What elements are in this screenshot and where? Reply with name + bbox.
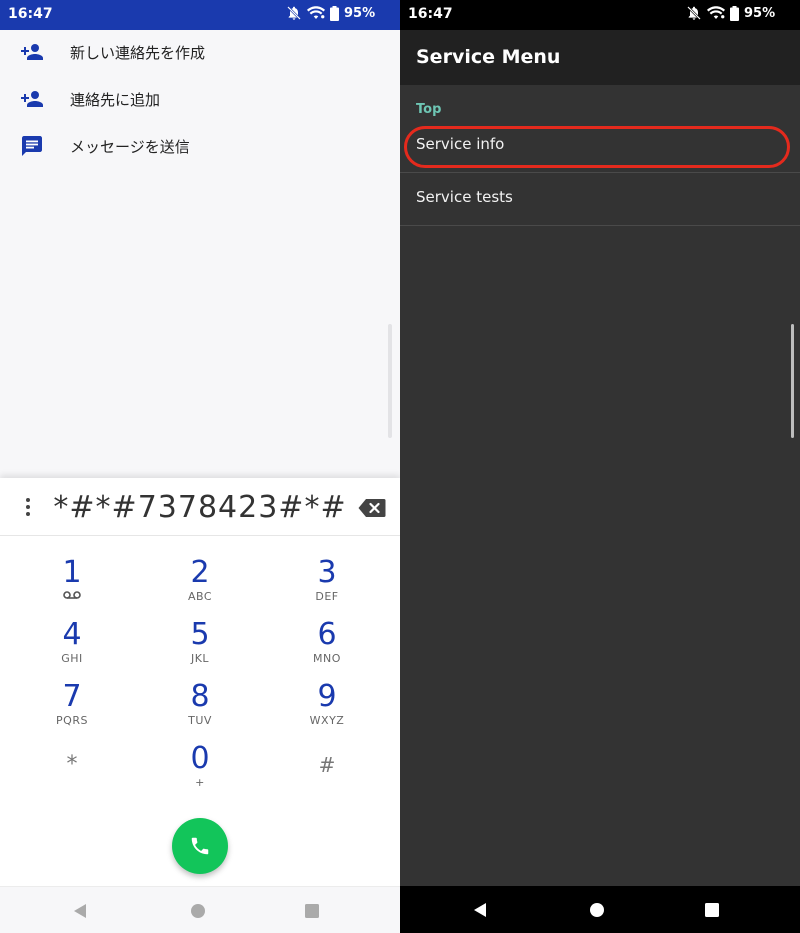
more-options-icon[interactable] [18, 496, 38, 518]
key-2[interactable]: 2 ABC [150, 556, 250, 616]
key-9[interactable]: 9 WXYZ [277, 680, 377, 740]
send-message-label: メッセージを送信 [70, 138, 190, 156]
status-bar: 16:47 95% [0, 0, 400, 30]
person-add-icon [21, 91, 43, 107]
key-8[interactable]: 8 TUV [150, 680, 250, 740]
home-icon[interactable] [190, 903, 206, 919]
key-3[interactable]: 3 DEF [277, 556, 377, 616]
key-digit: 6 [317, 617, 337, 652]
wifi-icon [707, 6, 725, 19]
send-message-item[interactable]: メッセージを送信 [0, 123, 400, 169]
app-bar: Service Menu [400, 30, 800, 85]
page-title: Service Menu [416, 46, 561, 68]
dialed-number-row: *#*#7378423#*# [0, 478, 400, 536]
section-header: Top [416, 102, 442, 117]
key-4[interactable]: 4 GHI [22, 618, 122, 678]
dialer-screen: 16:47 95% 新しい連絡先を作成 連絡先に追加 メッセージを送信 *#*#… [0, 0, 400, 933]
key-letters: + [195, 776, 205, 789]
key-letters: MNO [313, 652, 341, 665]
recents-icon[interactable] [304, 903, 320, 919]
scrollbar[interactable] [388, 324, 392, 438]
menu-item-service-tests[interactable]: Service tests [400, 172, 800, 226]
back-icon[interactable] [72, 903, 88, 919]
back-icon[interactable] [472, 902, 488, 918]
voicemail-icon [63, 591, 81, 599]
navigation-bar [0, 886, 400, 933]
key-letters: PQRS [56, 714, 88, 727]
add-to-contact-label: 連絡先に追加 [70, 91, 161, 109]
key-letters: GHI [61, 652, 83, 665]
divider [400, 225, 800, 226]
key-6[interactable]: 6 MNO [277, 618, 377, 678]
key-digit: 2 [190, 555, 210, 590]
key-7[interactable]: 7 PQRS [22, 680, 122, 740]
key-0[interactable]: 0 + [150, 742, 250, 802]
key-digit: 4 [62, 617, 82, 652]
bell-off-icon [287, 6, 301, 20]
key-letters: JKL [190, 652, 210, 665]
dialed-number[interactable]: *#*#7378423#*# [52, 490, 348, 525]
key-letters: TUV [188, 714, 212, 727]
menu-item-label: Service tests [416, 188, 513, 206]
add-to-contact-item[interactable]: 連絡先に追加 [0, 76, 400, 122]
highlight-annotation [404, 126, 790, 168]
call-button[interactable] [172, 818, 228, 874]
battery-icon [330, 5, 339, 21]
message-icon [22, 136, 42, 156]
bell-off-icon [687, 6, 701, 20]
scrollbar[interactable] [791, 324, 794, 438]
battery-icon [730, 5, 739, 21]
status-bar: 16:47 95% [400, 0, 800, 30]
recents-icon[interactable] [704, 902, 720, 918]
battery-level: 95% [344, 5, 376, 21]
key-digit: 5 [190, 617, 210, 652]
key-letters: ABC [187, 590, 213, 603]
create-contact-label: 新しい連絡先を作成 [70, 44, 206, 62]
key-letters: WXYZ [309, 714, 345, 727]
key-star[interactable]: * [22, 742, 122, 802]
battery-level: 95% [744, 5, 776, 21]
key-5[interactable]: 5 JKL [150, 618, 250, 678]
key-digit: 3 [317, 555, 337, 590]
backspace-icon[interactable] [358, 498, 386, 518]
key-digit: 8 [190, 679, 210, 714]
status-time: 16:47 [408, 6, 453, 22]
key-symbol: * [66, 752, 78, 777]
wifi-icon [307, 6, 325, 19]
key-hash[interactable]: # [277, 742, 377, 802]
person-add-icon [21, 44, 43, 60]
key-letters: DEF [315, 590, 339, 603]
key-digit: 9 [317, 679, 337, 714]
phone-icon [191, 837, 209, 855]
key-digit: 0 [190, 741, 210, 776]
navigation-bar [400, 886, 800, 933]
key-digit: 1 [62, 555, 82, 590]
status-time: 16:47 [8, 6, 53, 22]
key-digit: 7 [62, 679, 82, 714]
key-symbol: # [318, 753, 336, 777]
home-icon[interactable] [589, 902, 605, 918]
create-contact-item[interactable]: 新しい連絡先を作成 [0, 29, 400, 75]
key-1[interactable]: 1 [22, 556, 122, 616]
